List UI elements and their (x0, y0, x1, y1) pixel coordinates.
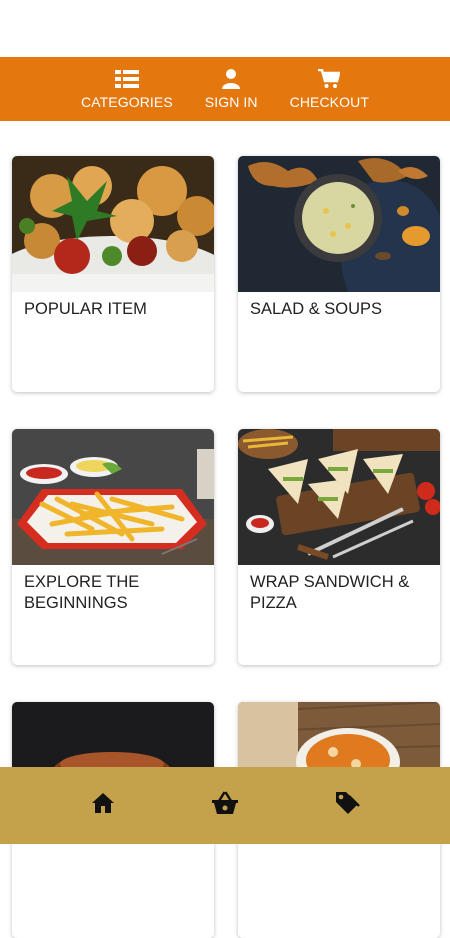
category-card-wrap-sandwich-pizza[interactable]: WRAP SANDWICH & PIZZA (238, 429, 440, 665)
popular-item-image (12, 156, 214, 292)
salad-soups-image (238, 156, 440, 292)
nav-checkout[interactable]: CHECKOUT (290, 68, 369, 110)
home-button[interactable] (83, 786, 123, 826)
user-icon (222, 68, 241, 90)
tag-icon (334, 790, 360, 821)
category-title: EXPLORE THE BEGINNINGS (24, 573, 140, 612)
nav-sign-in[interactable]: SIGN IN (205, 68, 258, 110)
category-title: SALAD & SOUPS (250, 300, 383, 318)
offers-button[interactable] (327, 786, 367, 826)
nav-categories-label: CATEGORIES (81, 94, 173, 110)
category-title: POPULAR ITEM (24, 300, 147, 318)
category-title: WRAP SANDWICH & PIZZA (250, 573, 410, 612)
category-card-explore-beginnings[interactable]: EXPLORE THE BEGINNINGS (12, 429, 214, 665)
top-nav-bar: CATEGORIES SIGN IN CHECKOUT (0, 57, 450, 121)
category-card-popular-item[interactable]: POPULAR ITEM (12, 156, 214, 392)
nav-sign-in-label: SIGN IN (204, 94, 258, 110)
basket-icon (211, 791, 239, 820)
basket-button[interactable] (205, 786, 245, 826)
wrap-sandwich-pizza-image (238, 429, 440, 565)
explore-beginnings-image (12, 429, 214, 565)
home-icon (91, 792, 115, 819)
nav-checkout-label: CHECKOUT (289, 94, 369, 110)
category-card-salad-soups[interactable]: SALAD & SOUPS (238, 156, 440, 392)
nav-categories[interactable]: CATEGORIES (81, 68, 173, 110)
cart-icon (318, 68, 341, 90)
list-icon (114, 68, 139, 90)
bottom-nav-bar (0, 767, 450, 844)
